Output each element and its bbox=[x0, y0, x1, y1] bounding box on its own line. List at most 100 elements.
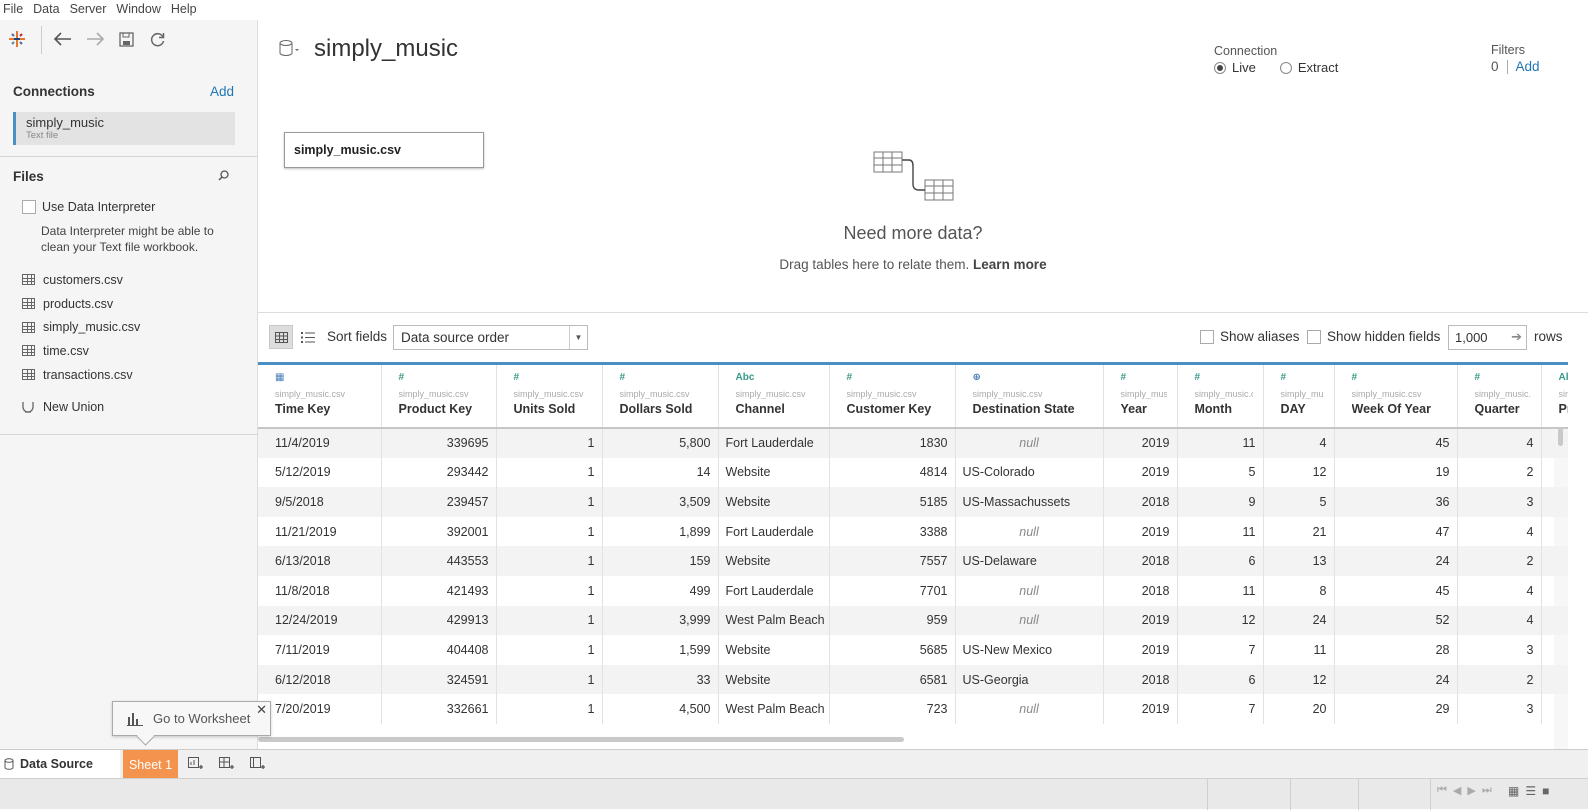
number-type-icon[interactable]: # bbox=[399, 372, 486, 388]
column-name[interactable]: Units Sold bbox=[514, 402, 592, 416]
chevron-down-icon[interactable]: ▼ bbox=[569, 326, 587, 349]
grid-view-icon[interactable] bbox=[269, 325, 293, 349]
number-type-icon[interactable]: # bbox=[620, 372, 708, 388]
table-cell: 11/21/2019 bbox=[258, 516, 382, 547]
number-type-icon[interactable]: # bbox=[847, 372, 945, 388]
column-name[interactable]: Customer Key bbox=[847, 402, 945, 416]
column-name[interactable]: Pr bbox=[1559, 402, 1568, 416]
back-icon[interactable] bbox=[52, 28, 74, 50]
column-name[interactable]: Month bbox=[1195, 402, 1253, 416]
close-icon[interactable]: ✕ bbox=[256, 702, 267, 718]
new-story-icon[interactable] bbox=[247, 755, 267, 773]
number-type-icon[interactable]: # bbox=[1121, 372, 1167, 388]
column-name[interactable]: Time Key bbox=[275, 402, 371, 416]
column-name[interactable]: Year bbox=[1121, 402, 1167, 416]
save-icon[interactable] bbox=[115, 28, 137, 50]
vertical-scrollbar[interactable] bbox=[1558, 428, 1563, 446]
arrow-right-icon[interactable]: ➔ bbox=[1511, 329, 1522, 345]
column-name[interactable]: Dollars Sold bbox=[620, 402, 708, 416]
column-name[interactable]: Quarter bbox=[1475, 402, 1531, 416]
column-header[interactable]: # simply_music.csv Dollars Sold bbox=[602, 365, 719, 429]
search-icon[interactable] bbox=[218, 170, 229, 184]
live-option[interactable]: Live bbox=[1214, 60, 1256, 75]
new-worksheet-icon[interactable] bbox=[185, 755, 205, 773]
column-header[interactable]: Absir Pr bbox=[1541, 365, 1569, 429]
show-aliases[interactable]: Show aliases bbox=[1200, 329, 1300, 344]
column-header[interactable]: ▦ simply_music.csv Time Key bbox=[258, 365, 382, 429]
file-item[interactable]: products.csv bbox=[22, 292, 140, 316]
menu-help[interactable]: Help bbox=[168, 0, 204, 20]
sheet-sorter-icon[interactable]: ▦ bbox=[1508, 784, 1519, 798]
connection-item[interactable]: simply_music Text file bbox=[13, 112, 235, 145]
learn-more-link[interactable]: Learn more bbox=[973, 257, 1047, 272]
column-header[interactable]: # simply_music.csv Customer Key bbox=[829, 365, 956, 429]
list-view-icon[interactable] bbox=[296, 325, 320, 349]
column-header[interactable]: # simply_music.csv Units Sold bbox=[496, 365, 603, 429]
show-hidden-fields[interactable]: Show hidden fields bbox=[1307, 329, 1440, 344]
menu-data[interactable]: Data bbox=[30, 0, 66, 20]
table-cell: 4 bbox=[1457, 575, 1542, 606]
canvas-table[interactable]: simply_music.csv bbox=[284, 132, 484, 168]
radio-extract[interactable] bbox=[1279, 61, 1292, 74]
date-type-icon[interactable]: ▦ bbox=[275, 372, 371, 388]
tab-data-source[interactable]: Data Source bbox=[0, 750, 120, 778]
column-header[interactable]: # simply_music.csv Week Of Year bbox=[1334, 365, 1458, 429]
column-name[interactable]: Destination State bbox=[973, 402, 1093, 416]
filmstrip-icon[interactable]: ☰ bbox=[1525, 784, 1536, 798]
add-filter-link[interactable]: Add bbox=[1516, 59, 1540, 74]
column-name[interactable]: Channel bbox=[736, 402, 819, 416]
new-dashboard-icon[interactable] bbox=[216, 755, 236, 773]
file-item[interactable]: transactions.csv bbox=[22, 363, 140, 387]
column-header[interactable]: #simply_musi... Year bbox=[1103, 365, 1178, 429]
prev-sheet-icon[interactable]: ◀ bbox=[1453, 784, 1461, 797]
database-icon[interactable] bbox=[278, 39, 300, 60]
show-aliases-checkbox[interactable] bbox=[1200, 329, 1214, 344]
number-type-icon[interactable]: # bbox=[1352, 372, 1447, 388]
refresh-icon[interactable] bbox=[146, 28, 168, 50]
geo-type-icon[interactable]: ⊕ bbox=[973, 372, 1093, 388]
next-sheet-icon[interactable]: ▶ bbox=[1467, 784, 1475, 797]
last-sheet-icon[interactable]: ⏭ bbox=[1482, 784, 1492, 797]
column-header[interactable]: #simply_music.c... Month bbox=[1177, 365, 1264, 429]
add-connection-link[interactable]: Add bbox=[210, 84, 234, 99]
new-union[interactable]: New Union bbox=[22, 400, 104, 414]
file-item[interactable]: simply_music.csv bbox=[22, 315, 140, 339]
tabs-view-icon[interactable]: ■ bbox=[1542, 784, 1549, 798]
column-name[interactable]: Product Key bbox=[399, 402, 486, 416]
number-type-icon[interactable]: # bbox=[1281, 372, 1324, 388]
menu-window[interactable]: Window bbox=[113, 0, 167, 20]
table-cell: 429913 bbox=[381, 605, 497, 636]
number-type-icon[interactable]: # bbox=[514, 372, 592, 388]
interpreter-checkbox[interactable] bbox=[22, 200, 36, 214]
string-type-icon[interactable]: Ab bbox=[1559, 372, 1569, 388]
column-name[interactable]: DAY bbox=[1281, 402, 1324, 416]
column-header[interactable]: #simply_music.csv Quarter bbox=[1457, 365, 1542, 429]
extract-option[interactable]: Extract bbox=[1279, 60, 1338, 75]
column-header[interactable]: Abc simply_music.csv Channel bbox=[718, 365, 830, 429]
string-type-icon[interactable]: Abc bbox=[736, 372, 819, 388]
go-to-worksheet-tooltip[interactable]: Go to Worksheet ✕ bbox=[112, 701, 271, 736]
forward-icon[interactable] bbox=[84, 28, 106, 50]
first-sheet-icon[interactable]: ⏮ bbox=[1437, 784, 1447, 797]
tableau-logo-icon[interactable] bbox=[6, 28, 28, 50]
horizontal-scrollbar[interactable] bbox=[258, 737, 904, 742]
table-cell: 2018 bbox=[1103, 575, 1178, 606]
column-header[interactable]: #simply_mus... DAY bbox=[1263, 365, 1335, 429]
rows-input[interactable]: 1,000 ➔ bbox=[1448, 325, 1527, 350]
use-data-interpreter[interactable]: Use Data Interpreter bbox=[22, 200, 155, 214]
sort-fields-select[interactable]: Data source order ▼ bbox=[393, 325, 588, 350]
menu-file[interactable]: File bbox=[0, 0, 30, 20]
menu-server[interactable]: Server bbox=[67, 0, 114, 20]
tab-sheet-1[interactable]: Sheet 1 bbox=[123, 750, 178, 779]
column-name[interactable]: Week Of Year bbox=[1352, 402, 1447, 416]
datasource-name[interactable]: simply_music bbox=[314, 35, 458, 63]
show-hidden-checkbox[interactable] bbox=[1307, 329, 1321, 344]
radio-live[interactable] bbox=[1214, 61, 1226, 74]
column-source: simply_music.c... bbox=[1194, 389, 1253, 399]
column-header[interactable]: # simply_music.csv Product Key bbox=[381, 365, 497, 429]
number-type-icon[interactable]: # bbox=[1475, 372, 1531, 388]
column-header[interactable]: ⊕ simply_music.csv Destination State bbox=[955, 365, 1104, 429]
file-item[interactable]: time.csv bbox=[22, 339, 140, 363]
number-type-icon[interactable]: # bbox=[1195, 372, 1253, 388]
file-item[interactable]: customers.csv bbox=[22, 268, 140, 292]
